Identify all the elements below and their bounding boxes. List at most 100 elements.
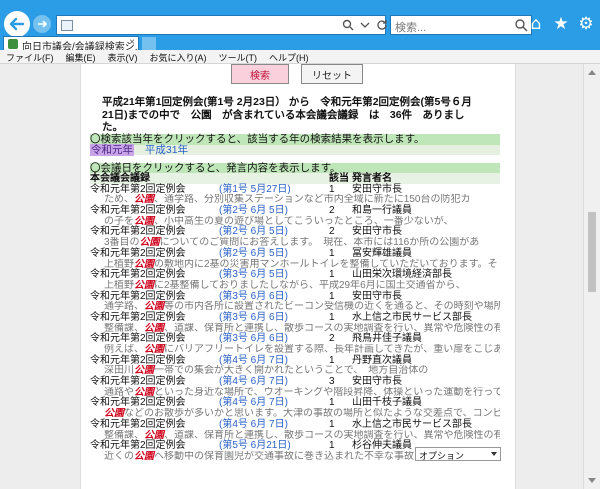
option-select-value: オプション — [419, 451, 465, 461]
meeting-session: 令和元年第2回定例会 — [90, 376, 186, 388]
search-icon[interactable] — [342, 19, 354, 31]
new-tab-button[interactable] — [142, 37, 156, 50]
excerpt-after: 、道課、保育所と連携し、散歩コースの実地調査を行い、異常や危険性の有無 — [164, 322, 500, 334]
meeting-date-link[interactable]: (第4号 6月 7日) — [219, 376, 288, 387]
speaker-name: 杉谷伸夫議員 — [352, 440, 412, 452]
meeting-date-link[interactable]: (第3号 6月 6日) — [219, 291, 288, 302]
keyword-highlight: 公園 — [134, 194, 154, 206]
browser-tab[interactable]: 向日市議会/会議録検索シ... × — [3, 36, 139, 51]
dropdown-icon[interactable] — [360, 20, 370, 30]
speaker-name: 安田守市長 — [352, 183, 402, 195]
meeting-date-link[interactable]: (第4号 6月 7日) — [219, 355, 288, 366]
speaker-name: 和島一行議員 — [352, 205, 412, 217]
year-link-heisei31[interactable]: 平成31年 — [145, 144, 188, 156]
chevron-down-icon — [491, 452, 497, 456]
meeting-date-link[interactable]: (第2号 6月 5日) — [219, 248, 288, 259]
excerpt-after: 、通学路、分別収集ステーションなど市内全域に新たに150台の防犯カ — [154, 194, 471, 206]
search-button[interactable]: 検索 — [231, 64, 289, 84]
meeting-session: 令和元年第2回定例会 — [90, 354, 186, 366]
excerpt-before: 通路や — [104, 386, 134, 398]
browser-search-box[interactable]: 検索... — [390, 15, 532, 35]
year-link-reiwa1[interactable]: 令和元年 — [90, 144, 134, 156]
meeting-session: 令和元年第2回定例会 — [90, 418, 186, 430]
scroll-thumb[interactable] — [588, 212, 596, 292]
reset-button[interactable]: リセット — [301, 64, 363, 84]
excerpt-after: にバリアフリートイレを設置する際、長年計画してきたが、重い扉をこじあけ — [164, 344, 500, 355]
excerpt-snippet: 上植野公園に2基整備しておりましたしながら、平成29年6月に国土交通省から、 — [90, 280, 500, 291]
meeting-date-link[interactable]: (第2号 6月 5日) — [219, 226, 288, 237]
star-icon[interactable]: ★ — [553, 14, 569, 34]
meeting-session: 令和元年第2回定例会 — [90, 290, 186, 302]
meeting-session: 令和元年第2回定例会 — [90, 440, 186, 452]
meeting-date-link[interactable]: (第3号 6月 6日) — [219, 312, 288, 323]
excerpt-before: 上植野 — [104, 279, 134, 291]
meeting-date-link[interactable]: (第4号 6月 7日) — [219, 397, 288, 408]
hit-count: 2 — [329, 333, 335, 345]
meeting-date-link[interactable]: (第3号 6月 5日) — [219, 269, 288, 280]
hit-count: 1 — [329, 418, 335, 430]
hit-count: 2 — [329, 205, 335, 217]
forward-button[interactable] — [33, 15, 51, 33]
meeting-date-link[interactable]: (第2号 6月 5日) — [219, 205, 288, 216]
menu-edit[interactable]: 編集(E) — [60, 50, 102, 63]
meeting-session: 令和元年第2回定例会 — [90, 205, 186, 217]
address-bar[interactable] — [56, 15, 386, 35]
excerpt-snippet: 3番目の公園についてのご質問にお答えします。 現在、本市には116か所の公園があ — [90, 237, 500, 248]
meeting-date-link[interactable]: (第4号 6月 7日) — [219, 419, 288, 430]
speaker-name: 丹野直次議員 — [352, 354, 412, 366]
excerpt-before: ため、 — [104, 194, 134, 206]
table-row: 令和元年第2回定例会 (第2号 6月 5日) 1 冨安輝雄議員 — [90, 248, 500, 259]
table-header: 本会議会議録 該当 発言者名 — [90, 173, 500, 184]
keyword-highlight: 公園 — [134, 450, 154, 462]
excerpt-before: の子を — [104, 215, 134, 227]
hit-count: 1 — [329, 354, 335, 366]
table-row: 令和元年第2回定例会 (第2号 6月 5日) 2 和島一行議員 — [90, 205, 500, 216]
home-icon[interactable]: ⌂ — [528, 14, 544, 34]
refresh-icon[interactable] — [376, 19, 388, 31]
keyword-highlight: 公園 — [134, 386, 154, 398]
meeting-date-link[interactable]: (第5号 6月21日) — [219, 440, 291, 451]
table-row: 令和元年第2回定例会 (第3号 6月 5日) 1 山田栄次環境経済部長 — [90, 269, 500, 280]
menu-help[interactable]: ヘルプ(H) — [263, 50, 315, 63]
excerpt-snippet: 深田川公園一帯での集会が大きく開かれたということで、 地方自治体の — [90, 365, 500, 376]
excerpt-after: に2基整備しておりましたしながら、平成29年6月に国土交通省から、 — [154, 279, 466, 291]
keyword-highlight: 公園 — [144, 301, 164, 312]
option-select[interactable]: オプション — [415, 447, 501, 461]
table-row: 令和元年第2回定例会 (第2号 6月 5日) 2 安田守市長 — [90, 226, 500, 237]
excerpt-after: についてのご質問にお答えします。 現在、本市には116か所の公園があ — [159, 237, 480, 248]
search-icon[interactable] — [514, 18, 528, 32]
speaker-name: 山田栄次環境経済部長 — [352, 269, 452, 281]
speaker-name: 水上信之市民サービス部長 — [352, 418, 472, 430]
search-placeholder: 検索... — [395, 22, 427, 34]
forward-arrow-icon — [38, 20, 48, 28]
menu-file[interactable]: ファイル(F) — [0, 50, 60, 63]
vertical-scrollbar[interactable] — [583, 64, 600, 489]
gear-icon[interactable]: ⚙ — [578, 14, 594, 34]
keyword-highlight: 公園 — [134, 215, 154, 227]
header-minutes: 本会議会議録 — [90, 173, 150, 184]
menu-tools[interactable]: ツール(T) — [213, 50, 264, 63]
keyword-highlight: 公園 — [144, 322, 164, 334]
menu-favorites[interactable]: お気に入り(A) — [144, 50, 213, 63]
result-summary: 平成21年第1回定例会(第1号 2月23日） から 令和元年第2回定例会(第5号… — [102, 96, 472, 133]
close-icon[interactable]: × — [129, 37, 135, 48]
menu-view[interactable]: 表示(V) — [102, 50, 144, 63]
meeting-date-link[interactable]: (第1号 5月27日) — [219, 184, 291, 195]
table-row: 令和元年第2回定例会 (第3号 6月 6日) 2 飛鳥井佳子議員 — [90, 333, 500, 344]
speaker-name: 安田守市長 — [352, 226, 402, 238]
speaker-name: 冨安輝雄議員 — [352, 247, 412, 259]
scroll-down-icon[interactable] — [588, 478, 596, 483]
excerpt-snippet: 例えば、公園にバリアフリートイレを設置する際、長年計画してきたが、重い扉をこじあ… — [90, 344, 500, 355]
excerpt-snippet: の子を公園、小中高生の夏の遊び場としてこういったところ、一番少ないが、 — [90, 216, 500, 227]
back-button[interactable] — [4, 11, 30, 37]
hit-count: 1 — [329, 290, 335, 302]
table-row: 令和元年第2回定例会 (第4号 6月 7日) 1 丹野直次議員 — [90, 355, 500, 366]
meeting-date-link[interactable]: (第3号 6月 6日) — [219, 333, 288, 344]
meeting-session: 令和元年第2回定例会 — [90, 226, 186, 238]
scroll-up-icon[interactable] — [588, 70, 596, 75]
hit-count: 1 — [329, 397, 335, 409]
excerpt-snippet: 通路や公園といった身近な場所で、ウオーキングや階段昇降、体操といった運動を行って — [90, 387, 500, 398]
search-buttons: 検索 リセット — [231, 64, 363, 84]
hit-count: 1 — [329, 311, 335, 323]
speaker-name: 飛鳥井佳子議員 — [352, 333, 422, 345]
